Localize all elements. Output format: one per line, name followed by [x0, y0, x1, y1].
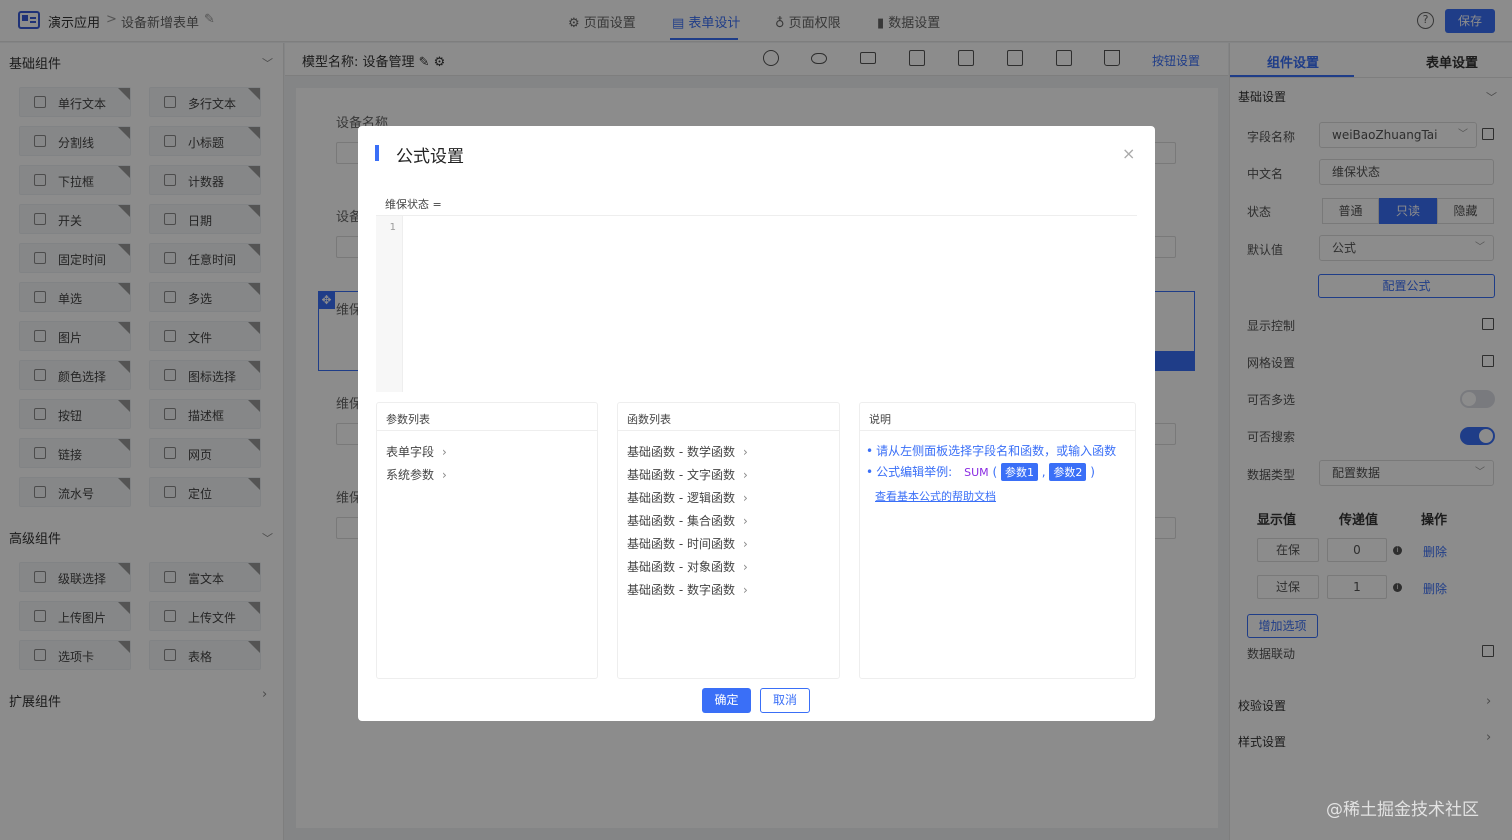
function-item[interactable]: 基础函数 - 集合函数 ›	[627, 512, 748, 529]
bullet: •	[866, 444, 874, 458]
param-item-label: 系统参数	[386, 468, 435, 482]
formula-settings-dialog: 公式设置 × 维保状态 = 1 参数列表 表单字段 › 系统参数 › 函数列表 基础…	[358, 126, 1155, 721]
chevron-right-icon: ›	[742, 491, 748, 505]
chevron-right-icon: ›	[442, 445, 447, 459]
line-number: 1	[389, 222, 396, 233]
function-item-label: 基础函数 - 文字函数	[627, 468, 735, 482]
desc-instruction-text: 请从左侧面板选择字段名和函数，或输入函数	[876, 444, 1117, 458]
chevron-right-icon: ›	[442, 468, 447, 482]
chevron-right-icon: ›	[742, 537, 748, 551]
cancel-button[interactable]: 取消	[760, 688, 810, 713]
params-pane-header: 参数列表	[377, 403, 597, 431]
watermark: @稀土掘金技术社区	[1326, 800, 1479, 820]
params-pane-title: 参数列表	[386, 413, 430, 426]
function-item[interactable]: 基础函数 - 数学函数 ›	[627, 443, 748, 460]
function-item[interactable]: 基础函数 - 数字函数 ›	[627, 581, 748, 598]
function-item[interactable]: 基础函数 - 文字函数 ›	[627, 466, 748, 483]
function-item-label: 基础函数 - 对象函数	[627, 560, 735, 574]
function-item-label: 基础函数 - 集合函数	[627, 514, 735, 528]
functions-pane: 函数列表 基础函数 - 数学函数 › 基础函数 - 文字函数 › 基础函数 - 逻辑函数…	[617, 402, 840, 679]
desc-instruction: • 请从左侧面板选择字段名和函数，或输入函数	[866, 442, 1116, 459]
description-pane-header: 说明	[860, 403, 1135, 431]
function-item[interactable]: 基础函数 - 逻辑函数 ›	[627, 489, 748, 506]
chevron-right-icon: ›	[742, 468, 748, 482]
chevron-right-icon: ›	[742, 560, 748, 574]
confirm-button[interactable]: 确定	[702, 688, 751, 713]
param-item-label: 表单字段	[386, 445, 435, 459]
function-item[interactable]: 基础函数 - 时间函数 ›	[627, 535, 748, 552]
param-chip: 参数2	[1049, 463, 1087, 481]
chevron-right-icon: ›	[742, 514, 748, 528]
line-number-gutter: 1	[376, 216, 403, 392]
formula-editor[interactable]: 1	[376, 216, 1137, 392]
description-pane: 说明 • 请从左侧面板选择字段名和函数，或输入函数 • 公式编辑举例: SUM ( 参…	[859, 402, 1136, 679]
functions-pane-title: 函数列表	[627, 413, 671, 426]
description-pane-title: 说明	[869, 413, 891, 426]
sum-function: SUM	[964, 466, 989, 479]
formula-target-header: 维保状态 =	[376, 188, 1137, 216]
formula-target-label: 维保状态 =	[385, 198, 442, 211]
title-accent-bar	[375, 145, 379, 161]
function-item-label: 基础函数 - 数学函数	[627, 445, 735, 459]
bullet: •	[866, 465, 874, 479]
chevron-right-icon: ›	[742, 445, 748, 459]
function-item-label: 基础函数 - 数字函数	[627, 583, 735, 597]
param-chip: 参数1	[1000, 463, 1038, 481]
chevron-right-icon: ›	[742, 583, 748, 597]
param-item-form-fields[interactable]: 表单字段 ›	[386, 443, 447, 460]
desc-example-text: 公式编辑举例:	[876, 465, 953, 479]
param-item-system-params[interactable]: 系统参数 ›	[386, 466, 447, 483]
function-item-label: 基础函数 - 时间函数	[627, 537, 735, 551]
dialog-title: 公式设置	[396, 147, 464, 167]
close-icon[interactable]: ×	[1122, 144, 1135, 163]
params-pane: 参数列表 表单字段 › 系统参数 ›	[376, 402, 598, 679]
function-item-label: 基础函数 - 逻辑函数	[627, 491, 735, 505]
function-item[interactable]: 基础函数 - 对象函数 ›	[627, 558, 748, 575]
functions-pane-header: 函数列表	[618, 403, 839, 431]
desc-example: • 公式编辑举例: SUM ( 参数1 , 参数2 )	[866, 463, 1095, 481]
help-doc-link[interactable]: 查看基本公式的帮助文档	[875, 488, 996, 504]
